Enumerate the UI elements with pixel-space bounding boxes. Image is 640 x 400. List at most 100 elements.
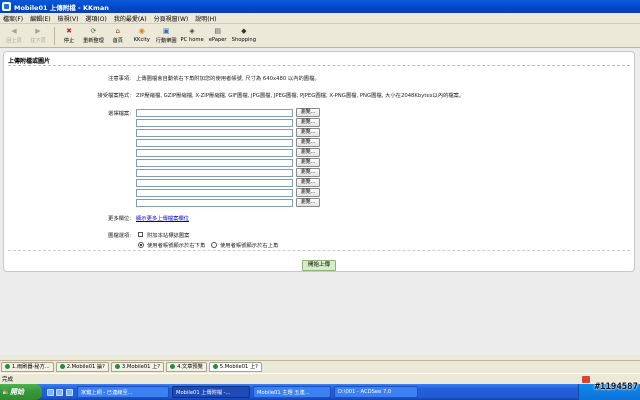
tab-1[interactable]: 1.雨刷器-秘方... [1, 361, 54, 372]
tab-4[interactable]: 4.文章預覽 [166, 361, 207, 372]
notice-label: 注意事項: [108, 76, 131, 82]
file-input-row: 瀏覽... [136, 188, 320, 197]
file-input[interactable] [136, 108, 293, 117]
mobile-park-icon: ▣ [162, 27, 170, 35]
refresh-label: 重新整理 [83, 38, 104, 44]
watermark-option-label: 附加本站標誌圖案 [147, 233, 190, 239]
quick-launch-icon[interactable] [56, 388, 64, 396]
image-options-label: 圖檔選項: [108, 233, 131, 239]
mobile-park-button[interactable]: ▣ 行動樂園 [156, 24, 177, 44]
file-input-row: 瀏覽... [136, 148, 320, 157]
tab-5[interactable]: 5.Mobile01 上? [208, 361, 262, 372]
pchome-label: PC home [180, 37, 204, 43]
page-content: 上傳附檔或圖片 注意事項: 上傳圖檔會自動依右下角附加您的使用者帳號, 尺寸為 … [0, 48, 640, 355]
shopping-button[interactable]: ◆ Shopping [232, 24, 256, 43]
file-input-row: 瀏覽... [136, 118, 320, 127]
popup-blocker-icon[interactable] [582, 376, 590, 383]
pchome-button[interactable]: ◈ PC home [181, 24, 204, 43]
menu-edit[interactable]: 編輯(E) [30, 14, 50, 23]
select-file-label: 選擇檔案: [108, 111, 131, 117]
browse-button[interactable]: 瀏覽... [296, 128, 320, 137]
top-right-option-label: 使用者帳號顯示於右上角 [220, 243, 279, 249]
menu-bar: 檔案(F) 編輯(E) 檢視(V) 選項(O) 我的最愛(A) 分頁視窗(W) … [0, 13, 640, 24]
formats-label: 接受檔案格式: [97, 93, 131, 99]
browse-button[interactable]: 瀏覽... [296, 188, 320, 197]
file-input-row: 瀏覽... [136, 108, 320, 117]
title-divider [8, 65, 630, 66]
panel-title: 上傳附檔或圖片 [8, 58, 51, 65]
start-button[interactable]: 開始 [0, 384, 42, 400]
refresh-icon: ⟳ [90, 27, 97, 35]
file-input[interactable] [136, 138, 293, 147]
epaper-button[interactable]: ▤ ePaper [208, 24, 228, 43]
file-input[interactable] [136, 118, 293, 127]
file-input[interactable] [136, 188, 293, 197]
page-icon [59, 364, 65, 369]
file-input[interactable] [136, 178, 293, 187]
taskbar-button-kkman-topic[interactable]: Mobile01 主題 五連... [253, 386, 331, 398]
back-button[interactable]: ◀ 回上頁 [4, 24, 24, 44]
file-input[interactable] [136, 198, 293, 207]
tab-3[interactable]: 3.Mobile01 上? [110, 361, 165, 372]
stop-label: 停止 [63, 38, 75, 44]
stop-button[interactable]: ✖ 停止 [59, 24, 79, 44]
watermark-checkbox[interactable] [138, 232, 143, 237]
more-fields-link[interactable]: 顯示更多上傳檔案欄位 [136, 214, 189, 222]
upload-panel: 上傳附檔或圖片 注意事項: 上傳圖檔會自動依右下角附加您的使用者帳號, 尺寸為 … [3, 51, 635, 272]
tab-label: 5.Mobile01 上? [219, 364, 258, 370]
taskbar-button-acdsee[interactable]: D:\001 - ACDSee 7.0 [334, 386, 418, 398]
menu-favorites[interactable]: 我的最愛(A) [114, 14, 147, 23]
home-icon: ⌂ [115, 27, 120, 35]
tab-2[interactable]: 2.Mobile01 論? [55, 361, 109, 372]
browse-button[interactable]: 瀏覽... [296, 168, 320, 177]
refresh-button[interactable]: ⟳ 重新整理 [83, 24, 104, 44]
browser-tabs: 1.雨刷器-秘方... 2.Mobile01 論? 3.Mobile01 上? … [0, 360, 640, 372]
top-right-radio[interactable] [211, 242, 217, 248]
shopping-label: Shopping [231, 37, 257, 43]
browse-button[interactable]: 瀏覽... [296, 158, 320, 167]
shopping-icon: ◆ [241, 27, 247, 35]
menu-file[interactable]: 檔案(F) [3, 14, 23, 23]
upload-button[interactable]: 開始上傳 [302, 260, 336, 271]
tab-label: 2.Mobile01 論? [66, 364, 105, 370]
browse-button[interactable]: 瀏覽... [296, 148, 320, 157]
page-icon [212, 364, 218, 369]
file-input[interactable] [136, 168, 293, 177]
menu-options[interactable]: 選項(O) [85, 14, 106, 23]
forward-arrow-icon: ▶ [35, 27, 41, 35]
more-fields-label: 更多欄位: [108, 216, 131, 222]
menu-tabs[interactable]: 分頁視窗(W) [154, 14, 189, 23]
file-input-row: 瀏覽... [136, 198, 320, 207]
browse-button[interactable]: 瀏覽... [296, 118, 320, 127]
forward-button[interactable]: ▶ 往下頁 [28, 24, 48, 44]
status-bar: 完成 [0, 373, 640, 384]
page-icon [114, 364, 120, 369]
menu-view[interactable]: 檢視(V) [58, 14, 79, 23]
mobile-park-label: 行動樂園 [155, 38, 177, 44]
file-input-row: 瀏覽... [136, 158, 320, 167]
taskbar-button-kkman-upload[interactable]: Mobile01 上傳附檔 -... [172, 386, 250, 398]
quick-launch-icon[interactable] [47, 388, 55, 396]
quick-launch-icon[interactable] [65, 388, 73, 396]
back-arrow-icon: ◀ [11, 27, 17, 35]
browse-button[interactable]: 瀏覽... [296, 138, 320, 147]
menu-help[interactable]: 說明(H) [195, 14, 216, 23]
file-input[interactable] [136, 128, 293, 137]
browse-button[interactable]: 瀏覽... [296, 178, 320, 187]
browse-button[interactable]: 瀏覽... [296, 108, 320, 117]
tab-label: 3.Mobile01 上? [121, 364, 161, 370]
quick-launch [46, 388, 74, 396]
file-input-row: 瀏覽... [136, 168, 320, 177]
taskbar-button-dialup[interactable]: 家鍵上網 - 已連線至... [77, 386, 169, 398]
file-input-row: 瀏覽... [136, 128, 320, 137]
stop-icon: ✖ [66, 27, 72, 35]
file-input[interactable] [136, 158, 293, 167]
file-input[interactable] [136, 148, 293, 157]
kkcity-icon: ◉ [138, 27, 145, 35]
kkcity-button[interactable]: ◉ KKcity [132, 24, 152, 43]
formats-text: ZIP壓縮檔, GZIP壓縮檔, X-ZIP壓縮檔, GIF圖檔, JPG圖檔,… [136, 93, 465, 99]
browse-button[interactable]: 瀏覽... [296, 198, 320, 207]
home-button[interactable]: ⌂ 首頁 [108, 24, 128, 44]
toolbar-separator [54, 27, 55, 45]
bottom-right-radio[interactable] [138, 242, 144, 248]
